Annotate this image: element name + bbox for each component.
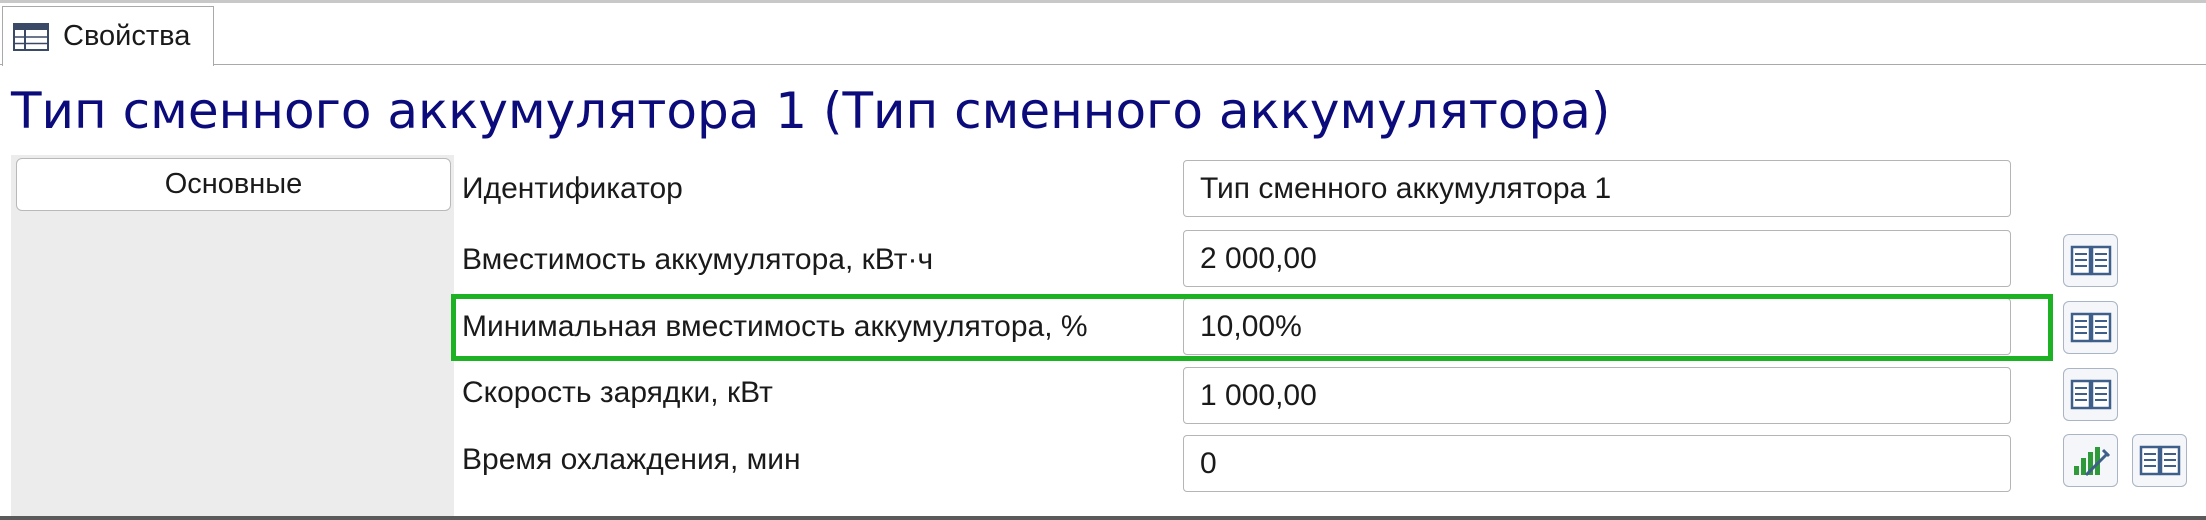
property-label-charge-rate: Скорость зарядки, кВт xyxy=(462,376,773,409)
min-capacity-field[interactable]: 10,00% xyxy=(1183,298,2011,355)
charge-rate-field[interactable]: 1 000,00 xyxy=(1183,367,2011,424)
book-icon xyxy=(2070,245,2111,275)
bottom-divider xyxy=(0,516,2206,520)
capacity-field[interactable]: 2 000,00 xyxy=(1183,230,2011,287)
page-title: Тип сменного аккумулятора 1 (Тип сменног… xyxy=(11,82,1611,140)
tab-properties[interactable]: Свойства xyxy=(2,6,214,66)
book-icon xyxy=(2139,445,2180,475)
tab-label: Свойства xyxy=(63,20,191,52)
book-icon xyxy=(2070,379,2111,409)
cooldown-chart-button[interactable] xyxy=(2063,434,2118,487)
capacity-reference-button[interactable] xyxy=(2063,234,2118,287)
property-label-identifier: Идентификатор xyxy=(462,172,683,205)
min-capacity-reference-button[interactable] xyxy=(2063,301,2118,354)
table-icon xyxy=(13,22,49,51)
property-label-capacity: Вместимость аккумулятора, кВт·ч xyxy=(462,243,934,276)
charge-rate-reference-button[interactable] xyxy=(2063,368,2118,421)
property-label-cooldown: Время охлаждения, мин xyxy=(462,443,801,476)
book-icon xyxy=(2070,312,2111,342)
chart-edit-icon xyxy=(2073,446,2110,476)
category-main-button[interactable]: Основные xyxy=(16,158,451,211)
identifier-field[interactable]: Тип сменного аккумулятора 1 xyxy=(1183,160,2011,217)
cooldown-field[interactable]: 0 xyxy=(1183,435,2011,492)
cooldown-reference-button[interactable] xyxy=(2132,434,2187,487)
tab-strip: Свойства xyxy=(0,3,2206,66)
property-label-min-capacity: Минимальная вместимость аккумулятора, % xyxy=(462,310,1088,343)
